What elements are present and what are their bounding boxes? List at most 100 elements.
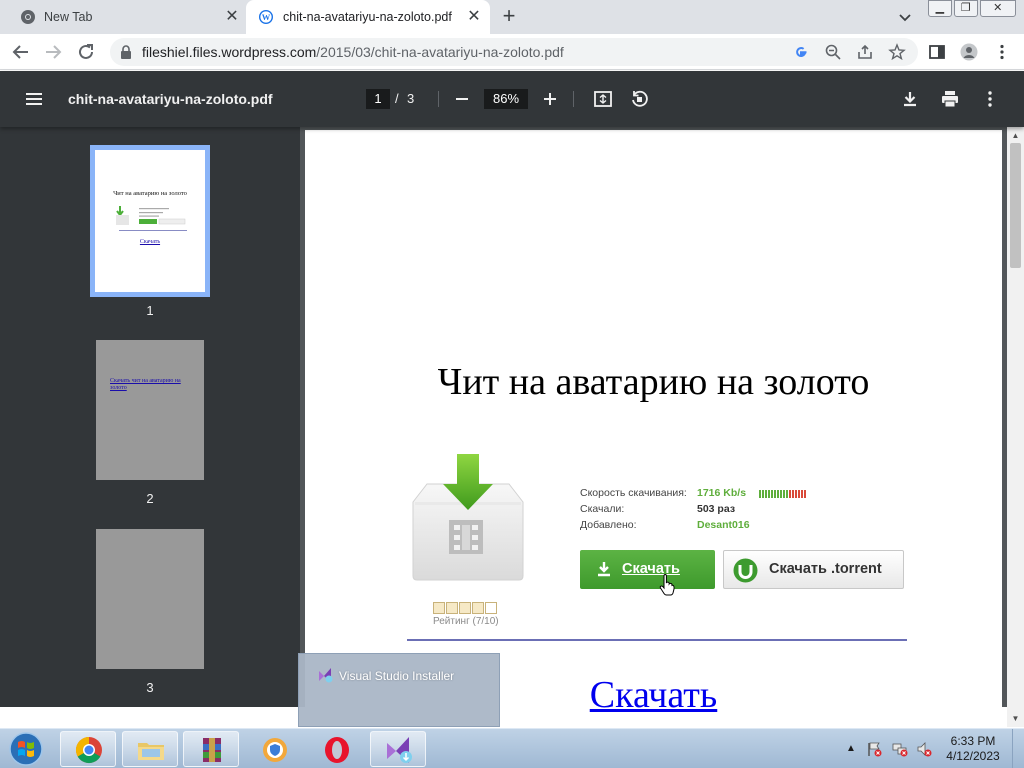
- added-by-value: Desant016: [697, 519, 750, 531]
- horizontal-divider: [407, 639, 907, 641]
- volume-muted-icon[interactable]: [916, 741, 932, 757]
- speed-meter-tick: [768, 490, 770, 498]
- show-hidden-icons-arrow[interactable]: ▲: [846, 741, 856, 757]
- start-button-icon[interactable]: [4, 731, 48, 767]
- show-desktop-button[interactable]: [1012, 729, 1024, 768]
- hamburger-menu-icon[interactable]: [24, 89, 44, 109]
- minimize-button[interactable]: ▁: [928, 0, 952, 17]
- visual-studio-installer-icon: [319, 668, 333, 683]
- kebab-menu-icon[interactable]: [993, 43, 1011, 61]
- download-speed-label: Скорость скачивания:: [580, 487, 687, 499]
- scroll-up-arrow-icon[interactable]: ▲: [1011, 131, 1020, 140]
- profile-avatar-icon[interactable]: [960, 43, 978, 61]
- taskbar-file-explorer[interactable]: [122, 731, 178, 767]
- thumbnail-page-3[interactable]: [96, 529, 204, 669]
- taskbar-security-app[interactable]: [246, 731, 302, 767]
- thumbnail-number-3: 3: [146, 680, 154, 695]
- tab-new-tab[interactable]: New Tab ✕: [0, 0, 246, 34]
- speed-meter-tick: [792, 490, 794, 498]
- speed-meter-tick: [759, 490, 761, 498]
- thumbnail-title: Чит на аватарию на золото: [113, 190, 187, 197]
- address-bar[interactable]: fileshiel.files.wordpress.com/2015/03/ch…: [110, 38, 918, 66]
- rotate-icon[interactable]: [629, 89, 649, 109]
- speed-meter-tick: [762, 490, 764, 498]
- system-clock[interactable]: 6:33 PM 4/12/2023: [940, 734, 1006, 764]
- speed-meter-tick: [780, 490, 782, 498]
- speed-meter-tick: [765, 490, 767, 498]
- added-by-label: Добавлено:: [580, 519, 637, 531]
- pdf-page: Чит на аватарию на золото Рейтинг (7/10)…: [305, 130, 1002, 730]
- download-torrent-button[interactable]: Скачать .torrent: [723, 550, 904, 589]
- bookmark-star-icon[interactable]: [888, 43, 906, 61]
- reload-icon[interactable]: [75, 41, 97, 63]
- close-tab-icon[interactable]: ✕: [223, 8, 241, 26]
- downloads-count-label: Скачали:: [580, 503, 625, 515]
- zoom-plus-icon[interactable]: [540, 89, 560, 109]
- speed-meter-tick: [789, 490, 791, 498]
- new-tab-button[interactable]: +: [498, 5, 520, 28]
- speed-meter-tick: [777, 490, 779, 498]
- thumbnail-page-1-content: Чит на аватарию на золото Скачать: [95, 150, 205, 292]
- taskbar-preview-popup[interactable]: Visual Studio Installer: [298, 653, 500, 727]
- scrollbar-thumb[interactable]: [1010, 143, 1021, 268]
- vertical-scrollbar[interactable]: ▲ ▼: [1007, 127, 1024, 727]
- download-icon[interactable]: [900, 89, 920, 109]
- close-tab-icon[interactable]: ✕: [465, 8, 483, 26]
- zoom-minus-icon[interactable]: [452, 89, 472, 109]
- download-box-icon: [412, 454, 524, 581]
- taskbar-winrar[interactable]: [183, 731, 239, 767]
- download-button[interactable]: Скачать: [580, 550, 715, 589]
- pdf-toolbar: chit-na-avatariyu-na-zoloto.pdf 1 / 3 86…: [0, 71, 1024, 127]
- scroll-down-arrow-icon[interactable]: ▼: [1011, 714, 1020, 723]
- google-icon[interactable]: [792, 43, 810, 61]
- thumbnail-page-1[interactable]: Чит на аватарию на золото Скачать: [90, 145, 210, 297]
- rating-label: Рейтинг (7/10): [433, 616, 499, 627]
- action-center-flag-icon[interactable]: [866, 741, 882, 757]
- back-arrow-icon[interactable]: [10, 41, 32, 63]
- taskbar-chrome[interactable]: [60, 731, 116, 767]
- restore-button[interactable]: ❐: [953, 0, 978, 17]
- page-separator: /: [395, 91, 399, 106]
- tab-pdf[interactable]: W chit-na-avatariyu-na-zoloto.pdf ✕: [246, 0, 490, 34]
- zoom-out-icon[interactable]: [824, 43, 842, 61]
- speed-meter-tick: [801, 490, 803, 498]
- thumbnail-number-2: 2: [146, 491, 154, 506]
- rating-star: [446, 602, 458, 614]
- page-number-input[interactable]: 1: [366, 89, 390, 109]
- pdf-filename: chit-na-avatariyu-na-zoloto.pdf: [68, 91, 273, 107]
- speed-meter-tick: [798, 490, 800, 498]
- share-icon[interactable]: [856, 43, 874, 61]
- thumbnail-link: Скачать: [139, 239, 161, 245]
- wordpress-icon: W: [259, 10, 273, 24]
- network-icon[interactable]: [892, 741, 908, 757]
- pdf-document-view[interactable]: Чит на аватарию на золото Рейтинг (7/10)…: [300, 127, 1024, 730]
- opera-icon: [325, 737, 349, 763]
- thumbnail-page-2[interactable]: Скачать чит на аватарию на золото: [96, 340, 204, 480]
- download-speed-value: 1716 Kb/s: [697, 487, 747, 499]
- taskbar-opera[interactable]: [308, 731, 364, 767]
- url-host: fileshiel.files.wordpress.com: [142, 44, 317, 60]
- tab-title: chit-na-avatariyu-na-zoloto.pdf: [283, 10, 452, 24]
- download-speed-meter: [759, 490, 807, 498]
- preview-title: Visual Studio Installer: [339, 669, 455, 683]
- forward-arrow-icon[interactable]: [42, 41, 64, 63]
- print-icon[interactable]: [940, 89, 960, 109]
- side-panel-icon[interactable]: [928, 43, 946, 61]
- toolbar-divider: [438, 91, 439, 107]
- visual-studio-installer-icon: [387, 737, 412, 763]
- url-path: /2015/03/chit-na-avatariyu-na-zoloto.pdf: [316, 44, 564, 60]
- lock-icon[interactable]: [120, 45, 132, 59]
- taskbar-visual-studio-installer[interactable]: [370, 731, 426, 767]
- close-window-button[interactable]: ✕: [979, 0, 1016, 17]
- rating-stars: [433, 602, 498, 614]
- url-text: fileshiel.files.wordpress.com/2015/03/ch…: [142, 44, 564, 60]
- tab-title: New Tab: [44, 10, 93, 24]
- clock-time: 6:33 PM: [950, 734, 996, 748]
- tab-strip: New Tab ✕ W chit-na-avatariyu-na-zoloto.…: [0, 0, 1024, 34]
- rating-star: [472, 602, 484, 614]
- more-options-icon[interactable]: [980, 89, 1000, 109]
- fit-to-page-icon[interactable]: [593, 89, 613, 109]
- zoom-level-input[interactable]: 86%: [484, 89, 528, 109]
- rating-star: [433, 602, 445, 614]
- chevron-down-icon[interactable]: [896, 8, 914, 26]
